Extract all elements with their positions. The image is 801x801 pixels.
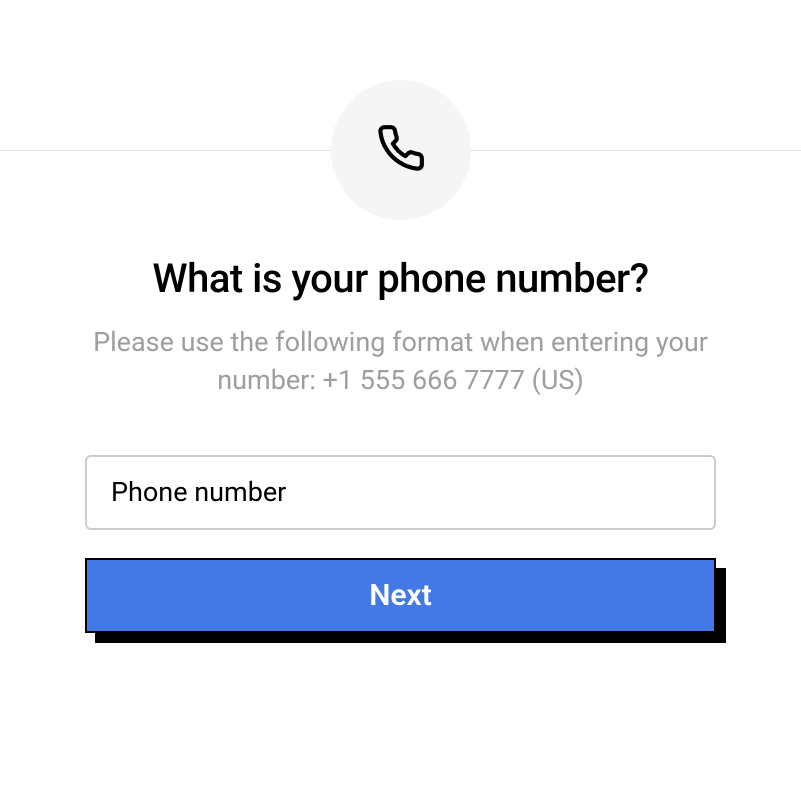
button-container: Next [85,558,716,633]
format-instructions: Please use the following format when ent… [85,324,716,400]
next-button[interactable]: Next [85,558,716,633]
icon-badge [331,80,471,220]
page-title: What is your phone number? [85,255,716,302]
form-container: What is your phone number? Please use th… [0,255,801,633]
phone-icon [376,123,426,177]
phone-number-input[interactable] [85,455,716,530]
